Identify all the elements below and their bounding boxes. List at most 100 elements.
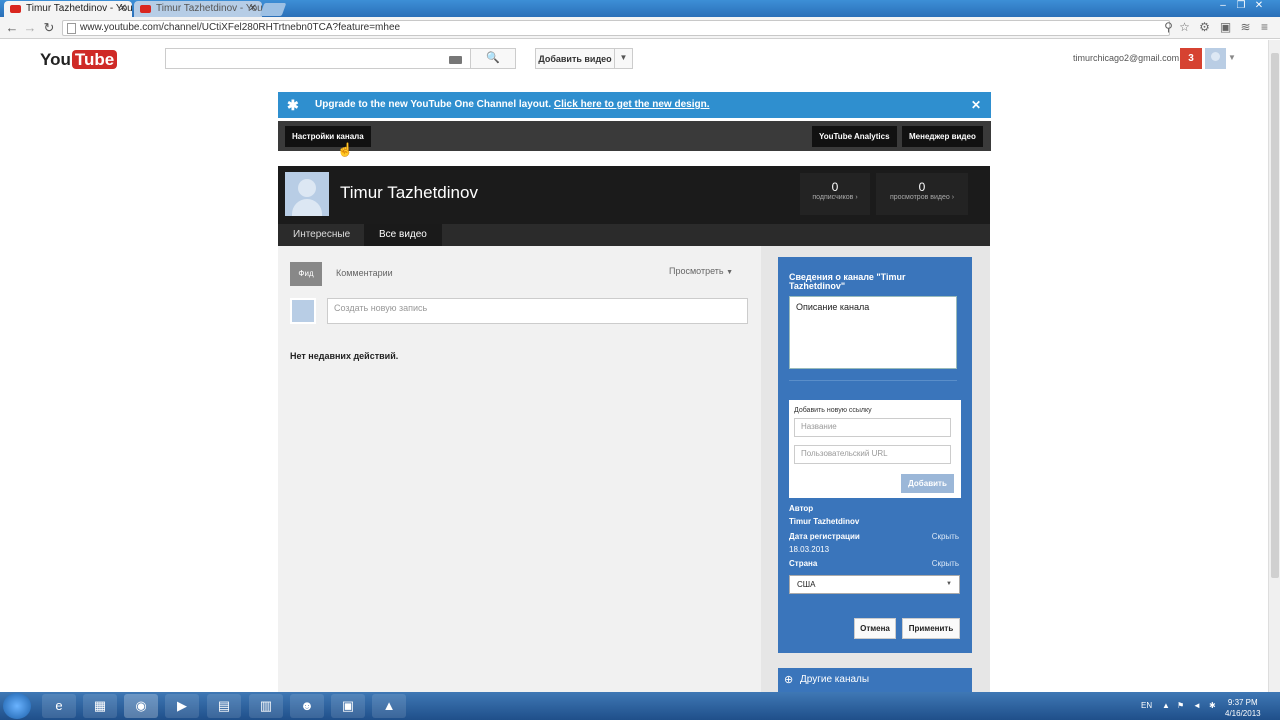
close-icon[interactable]: ✕ (971, 92, 981, 118)
plus-circle-icon: ⊕ (784, 674, 794, 686)
tab-featured[interactable]: Интересные (278, 224, 365, 246)
divider (789, 380, 957, 381)
hide-country-link[interactable]: Скрыть (932, 559, 959, 568)
forward-icon[interactable]: → (22, 20, 38, 35)
clock[interactable]: 9:37 PM 4/16/2013 (1225, 697, 1261, 719)
star-icon: ✱ (287, 97, 299, 113)
hide-reg-date-link[interactable]: Скрыть (932, 532, 959, 541)
other-channels-label: Другие каналы (800, 674, 870, 685)
flag-icon[interactable]: ⚑ (1177, 701, 1184, 710)
caret-down-icon: ▼ (619, 53, 628, 62)
tab-title: Timur Tazhetdinov - YouT (26, 3, 132, 14)
start-button[interactable] (3, 693, 31, 719)
browser-tab[interactable]: Timur Tazhetdinov - YouT ✕ (4, 1, 132, 17)
views-count: 0 (918, 180, 926, 194)
search-button[interactable]: 🔍 (470, 48, 516, 69)
zoom-icon[interactable]: ⚲ (1161, 20, 1176, 35)
search-input[interactable] (165, 48, 471, 69)
new-tab-button[interactable] (259, 3, 287, 16)
channel-settings-button[interactable]: Настройки канала (285, 126, 371, 147)
menu-icon[interactable]: ≡ (1257, 20, 1272, 35)
channel-description-field[interactable]: Описание канала (789, 296, 957, 369)
tool-icon[interactable]: ▲ (372, 694, 406, 718)
layers-icon[interactable]: ≋ (1238, 20, 1253, 35)
window-controls: – ❐ ✕ (1214, 0, 1274, 14)
reload-icon[interactable]: ↻ (41, 20, 57, 36)
upload-button[interactable]: Добавить видео (535, 48, 615, 69)
subscribers-stat[interactable]: 0 подписчиков › (800, 173, 870, 215)
tab-title: Timur Tazhetdinov - You (156, 3, 262, 14)
close-tab-icon[interactable]: ✕ (249, 1, 257, 16)
tab-all-videos[interactable]: Все видео (364, 224, 442, 246)
link-name-input[interactable]: Название (794, 418, 951, 437)
internet-explorer-icon[interactable]: e (42, 694, 76, 718)
comments-tab[interactable]: Комментарии (336, 268, 393, 278)
extension-icon[interactable]: ▣ (1218, 20, 1233, 35)
feed-tab[interactable]: Фид (290, 262, 322, 286)
window-icon[interactable]: ▣ (331, 694, 365, 718)
keyboard-icon[interactable] (449, 56, 462, 64)
show-hidden-icons-icon[interactable]: ▲ (1162, 701, 1170, 710)
add-link-form: Добавить новую ссылку Название Пользоват… (789, 400, 961, 498)
logo-you: You (40, 50, 71, 69)
views-stat[interactable]: 0 просмотров видео › (876, 173, 968, 215)
other-channels-header[interactable]: ⊕ Другие каналы (778, 668, 972, 692)
upload-dropdown-button[interactable]: ▼ (614, 48, 633, 69)
new-post-input[interactable]: Создать новую запись (327, 298, 748, 324)
network-icon[interactable]: ✱ (1209, 701, 1216, 710)
address-bar[interactable]: www.youtube.com/channel/UCtiXFel280RHTrt… (62, 20, 1170, 36)
back-icon[interactable]: ← (4, 20, 20, 35)
minimize-icon[interactable]: – (1214, 0, 1232, 11)
country-label: Страна (789, 559, 818, 568)
user-email[interactable]: timurchicago2@gmail.com (1073, 53, 1179, 63)
info-panel-title: Сведения о канале "Timur Tazhetdinov" (789, 272, 906, 291)
upgrade-banner: ✱ Upgrade to the new YouTube One Channel… (278, 92, 991, 118)
country-select[interactable]: США ▼ (789, 575, 960, 594)
close-tab-icon[interactable]: ✕ (119, 1, 127, 16)
document-icon[interactable]: ▥ (249, 694, 283, 718)
empty-state-text: Нет недавних действий. (290, 351, 399, 361)
caret-down-icon[interactable]: ▼ (1228, 53, 1236, 62)
channel-avatar[interactable] (285, 172, 329, 216)
cancel-button[interactable]: Отмена (854, 618, 896, 639)
country-value: США (797, 580, 816, 589)
chrome-icon[interactable]: ◉ (124, 694, 158, 718)
channel-info-panel: Сведения о канале "Timur Tazhetdinov" Оп… (778, 257, 972, 653)
extension-icon[interactable]: ⚙ (1197, 20, 1212, 35)
new-design-link[interactable]: Click here to get the new design. (554, 99, 710, 110)
browser-tab-bar: Timur Tazhetdinov - YouT ✕ Timur Tazhetd… (0, 0, 1280, 17)
language-indicator[interactable]: EN (1141, 701, 1152, 710)
scrollbar[interactable] (1268, 40, 1280, 692)
view-dropdown[interactable]: Просмотреть ▼ (669, 266, 733, 276)
reg-date-label: Дата регистрации (789, 532, 860, 541)
channel-header: Timur Tazhetdinov 0 подписчиков › 0 прос… (278, 166, 990, 224)
banner-text: Upgrade to the new YouTube One Channel l… (315, 99, 554, 110)
browser-tab[interactable]: Timur Tazhetdinov - You ✕ (134, 1, 262, 17)
messenger-icon[interactable]: ☻ (290, 694, 324, 718)
add-link-button[interactable]: Добавить (901, 474, 954, 493)
media-player-icon[interactable]: ▶ (165, 694, 199, 718)
restore-icon[interactable]: ❐ (1232, 0, 1250, 11)
channel-name[interactable]: Timur Tazhetdinov (340, 183, 478, 203)
views-label: просмотров видео › (889, 194, 955, 201)
subscribers-count: 0 (831, 180, 839, 194)
folder-icon[interactable]: ▤ (207, 694, 241, 718)
scroll-thumb[interactable] (1271, 53, 1279, 578)
bookmark-star-icon[interactable]: ☆ (1177, 20, 1192, 35)
avatar[interactable] (1205, 48, 1226, 69)
link-url-input[interactable]: Пользовательский URL (794, 445, 951, 464)
apply-button[interactable]: Применить (902, 618, 960, 639)
notifications-badge[interactable]: 3 (1180, 48, 1202, 69)
reg-date-value: 18.03.2013 (789, 545, 830, 554)
channel-toolbar: Настройки канала YouTube Analytics Менед… (278, 121, 991, 151)
close-window-icon[interactable]: ✕ (1250, 0, 1268, 11)
browser-toolbar: ← → ↻ www.youtube.com/channel/UCtiXFel28… (0, 17, 1280, 39)
video-manager-button[interactable]: Менеджер видео (902, 126, 983, 147)
logo-tube: Tube (71, 50, 118, 69)
volume-icon[interactable]: ◄ (1193, 701, 1201, 710)
subscribers-label: подписчиков › (812, 194, 858, 201)
app-icon[interactable]: ▦ (83, 694, 117, 718)
clock-time: 9:37 PM (1227, 698, 1258, 707)
analytics-button[interactable]: YouTube Analytics (812, 126, 897, 147)
youtube-logo[interactable]: You Tube (40, 50, 118, 70)
